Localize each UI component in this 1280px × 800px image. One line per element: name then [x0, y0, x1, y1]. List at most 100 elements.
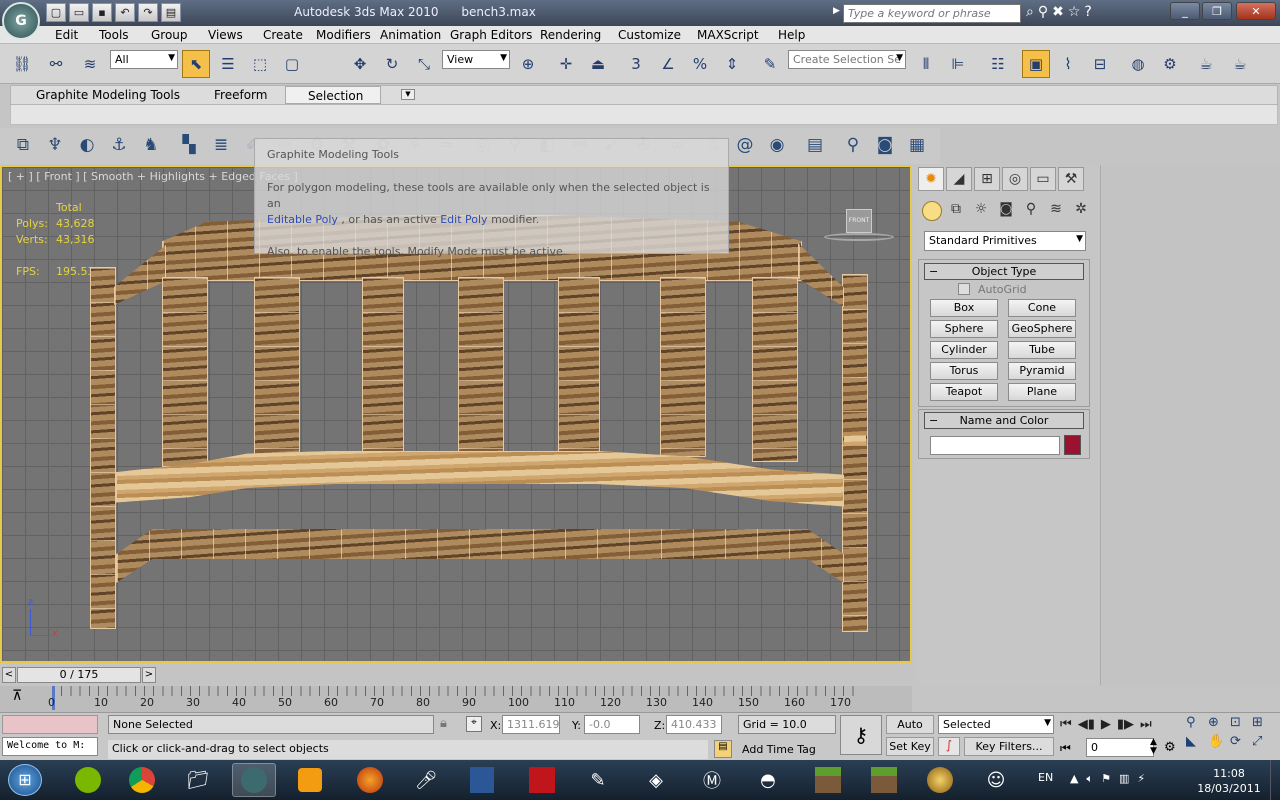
mirror-icon[interactable]: ⫴ [912, 50, 940, 78]
quick-render-icon[interactable]: ☕ [1226, 50, 1254, 78]
hammer-taskbar-icon[interactable]: Ⓜ [690, 763, 734, 797]
bench-slat-5[interactable] [558, 277, 600, 457]
cloth-icon[interactable]: ♆ [42, 132, 68, 158]
bench-leg-left[interactable] [90, 267, 116, 629]
systems-icon[interactable]: ✲ [1070, 201, 1092, 221]
link-icon[interactable]: ⛓ [8, 50, 36, 78]
book-icon[interactable]: ▤ [802, 132, 828, 158]
time-slider-thumb[interactable]: 0 / 175 [17, 667, 141, 683]
select-by-name-icon[interactable]: ☰ [214, 50, 242, 78]
select-manipulate-icon[interactable]: ✛ [552, 50, 580, 78]
language-indicator[interactable]: EN [1038, 771, 1053, 784]
shapes-icon[interactable]: ⧉ [945, 201, 967, 221]
object-category-dropdown[interactable]: Standard Primitives ▼ [924, 231, 1086, 251]
flash-taskbar-icon[interactable] [520, 763, 564, 797]
start-button-icon[interactable]: ⊞ [8, 764, 42, 796]
play-icon[interactable]: ▶ [1101, 717, 1111, 732]
microphone-taskbar-icon[interactable]: 🎤︎ [404, 763, 448, 797]
key-filters-button[interactable]: Key Filters... [964, 737, 1054, 756]
field-of-view-icon[interactable]: ◣ [1186, 734, 1208, 749]
select-scale-icon[interactable]: ⤡ [410, 50, 438, 78]
menu-item-rendering[interactable]: Rendering [540, 26, 601, 44]
time-configuration-icon[interactable]: ⚙ [1164, 740, 1176, 755]
explorer-taskbar-icon[interactable]: 📁︎ [176, 763, 220, 797]
bench-slat-2[interactable] [254, 277, 300, 457]
angle-snap-icon[interactable]: ∠ [654, 50, 682, 78]
bench-lower-rail[interactable] [116, 529, 844, 583]
zoom-all-icon[interactable]: ⊕ [1208, 715, 1230, 730]
pan-icon[interactable]: ✋ [1208, 734, 1230, 749]
schematic-view-icon[interactable]: ⊟ [1086, 50, 1114, 78]
time-slider-next-button[interactable]: > [145, 669, 153, 680]
restore-button[interactable]: ❐ [1202, 2, 1232, 20]
stack-icon[interactable]: ≣ [208, 132, 234, 158]
previous-frame-icon[interactable]: ◀▮ [1078, 717, 1095, 732]
menu-item-views[interactable]: Views [208, 26, 243, 44]
motion-tab-icon[interactable]: ◎ [1002, 167, 1028, 191]
tab-selection[interactable]: Selection [285, 86, 381, 104]
set-key-button[interactable]: Set Key [886, 737, 934, 756]
display-tab-icon[interactable]: ▭ [1030, 167, 1056, 191]
bench-slat-7[interactable] [752, 277, 798, 462]
select-move-icon[interactable]: ✥ [346, 50, 374, 78]
maximize-viewport-icon[interactable]: ⤢ [1252, 734, 1274, 749]
y-coordinate-field[interactable]: -0.0 [584, 715, 640, 734]
checker-icon[interactable]: ▚ [176, 132, 202, 158]
editable-poly-link[interactable]: Editable Poly [267, 213, 338, 226]
close-button[interactable]: ✕ [1236, 2, 1276, 20]
menu-item-animation[interactable]: Animation [380, 26, 441, 44]
film-icon[interactable]: ▦ [904, 132, 930, 158]
help-icon[interactable]: ? [1084, 4, 1091, 20]
zoom-icon[interactable]: ⚲ [1186, 715, 1208, 730]
ground-icon[interactable]: ⚓ [106, 132, 132, 158]
create-tab-icon[interactable]: ✹ [918, 167, 944, 191]
next-frame-icon[interactable]: ▮▶ [1117, 717, 1134, 732]
key-mode-dropdown[interactable]: Selected ▼ [938, 715, 1054, 734]
cameras-icon[interactable]: ◙ [995, 201, 1017, 221]
z-coordinate-field[interactable]: 410.433 [666, 715, 722, 734]
spiral-icon[interactable]: @ [732, 132, 758, 158]
layer-manager-icon[interactable]: ☷ [984, 50, 1012, 78]
object-color-swatch[interactable] [1064, 435, 1081, 455]
render-setup-icon[interactable]: ⚙ [1156, 50, 1184, 78]
minecraft-server-taskbar-icon[interactable] [862, 763, 906, 797]
menu-item-maxscript[interactable]: MAXScript [697, 26, 759, 44]
biped-icon[interactable]: ♞ [138, 132, 164, 158]
frame-spinner-icon[interactable]: ▲ ▼ [1150, 738, 1157, 756]
viewcube[interactable]: FRONT [824, 205, 894, 245]
tube-button[interactable]: Tube [1008, 341, 1076, 359]
word-taskbar-icon[interactable] [460, 763, 504, 797]
messenger-taskbar-icon[interactable]: ☺ [974, 763, 1018, 797]
bench-leg-right[interactable] [842, 274, 868, 632]
minimize-button[interactable]: _ [1170, 2, 1200, 20]
spotify-taskbar-icon[interactable] [66, 763, 110, 797]
flag-icon[interactable]: ⚑ [1101, 772, 1111, 786]
chrome-taskbar-icon[interactable] [120, 763, 164, 797]
bench-slat-3[interactable] [362, 277, 404, 457]
menu-item-create[interactable]: Create [263, 26, 303, 44]
menu-item-tools[interactable]: Tools [99, 26, 129, 44]
bench-seat[interactable] [116, 451, 844, 507]
orbit-icon[interactable]: ⟳ [1230, 734, 1252, 749]
helmet-taskbar-icon[interactable]: ◓ [746, 763, 790, 797]
viewcube-ring[interactable] [824, 233, 894, 241]
tab-graphite-modeling-tools[interactable]: Graphite Modeling Tools [36, 88, 180, 102]
plane-button[interactable]: Plane [1008, 383, 1076, 401]
track-bar[interactable]: ⊼ 0 10 20 30 40 50 60 70 80 90 100 110 120 130 140 150 1… [0, 686, 912, 712]
go-to-start-icon[interactable]: ⏮ [1060, 717, 1072, 732]
bench-slat-4[interactable] [458, 277, 504, 457]
render-frame-icon[interactable]: ☕ [1192, 50, 1220, 78]
name-color-rollout[interactable]: − Name and Color [924, 412, 1084, 429]
material-editor-icon[interactable]: ◍ [1124, 50, 1152, 78]
spacewarps-icon[interactable]: ≋ [1045, 201, 1067, 221]
curve-editor-icon[interactable]: ⌇ [1054, 50, 1082, 78]
network-icon[interactable]: ▥ [1119, 772, 1129, 786]
menu-item-group[interactable]: Group [151, 26, 188, 44]
add-time-tag[interactable]: Add Time Tag [742, 743, 816, 756]
warcraft-taskbar-icon[interactable] [918, 763, 962, 797]
menu-item-customize[interactable]: Customize [618, 26, 681, 44]
3dsmax-taskbar-icon[interactable] [232, 763, 276, 797]
lights-icon[interactable]: ☼ [970, 201, 992, 221]
unity-taskbar-icon[interactable]: ◈ [634, 763, 678, 797]
zoom-extents-all-icon[interactable]: ⊞ [1252, 715, 1274, 730]
